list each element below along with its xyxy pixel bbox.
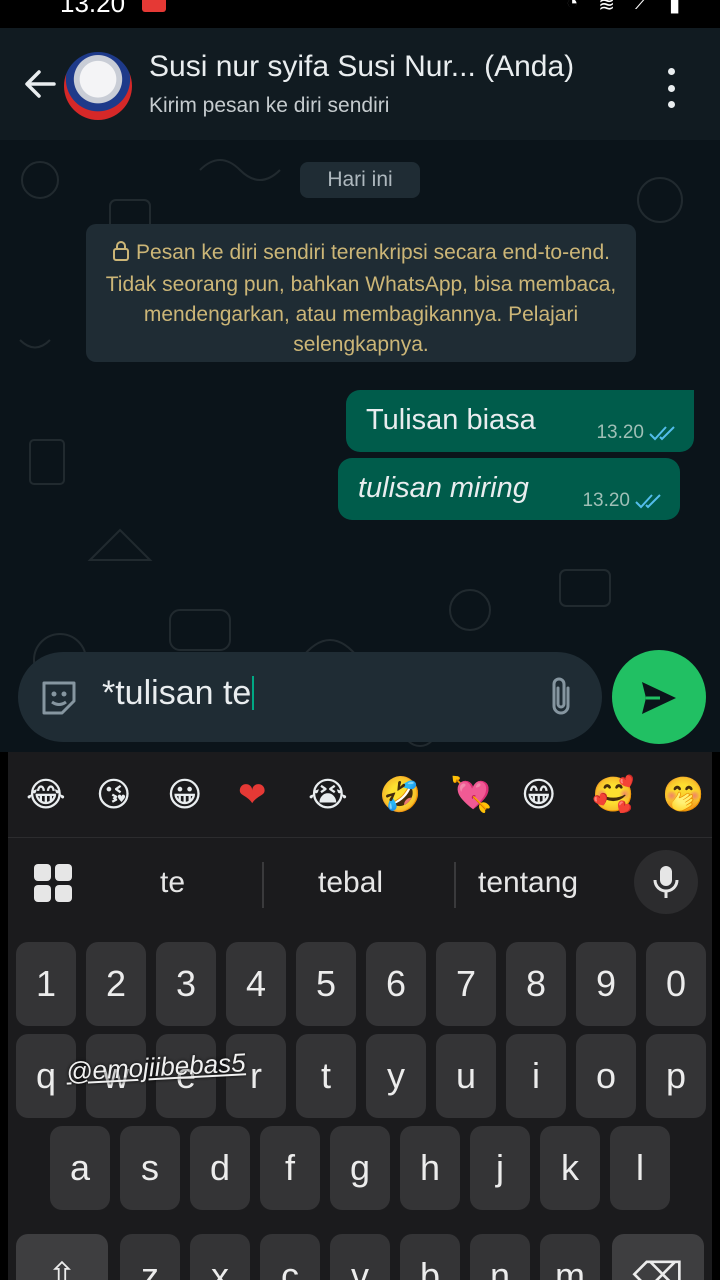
avatar[interactable] — [64, 52, 132, 120]
key-i[interactable]: i — [506, 1034, 566, 1118]
key-k[interactable]: k — [540, 1126, 600, 1210]
emoji-key[interactable]: 🤭 — [662, 770, 704, 820]
back-arrow-icon[interactable] — [22, 66, 58, 102]
key-z[interactable]: z — [120, 1234, 180, 1280]
read-ticks-icon — [649, 426, 675, 441]
sticker-icon[interactable] — [38, 677, 80, 724]
key-s[interactable]: s — [120, 1126, 180, 1210]
message-text: tulisan miring — [358, 472, 529, 504]
notification-icon — [142, 0, 166, 12]
system-icons: ◔ ≋ ⟋ ▮ — [566, 0, 680, 17]
key-t[interactable]: t — [296, 1034, 356, 1118]
message-input[interactable]: *tulisan te — [102, 674, 254, 713]
alarm-icon: ◔ — [566, 0, 579, 14]
emoji-key[interactable]: 😭 — [308, 770, 348, 820]
encryption-notice[interactable]: Pesan ke diri sendiri terenkripsi secara… — [86, 224, 636, 362]
key-u[interactable]: u — [436, 1034, 496, 1118]
suggestion-tebal[interactable]: tebal — [318, 866, 383, 900]
read-ticks-icon — [635, 494, 661, 509]
shift-key[interactable]: ⇧ — [16, 1234, 108, 1280]
key-6[interactable]: 6 — [366, 942, 426, 1026]
contact-subtitle[interactable]: Kirim pesan ke diri sendiri — [149, 94, 389, 118]
suggestion-te[interactable]: te — [160, 866, 185, 900]
status-time: 13.20 — [60, 0, 126, 18]
contact-name[interactable]: Susi nur syifa Susi Nur... (Anda) — [149, 50, 574, 84]
message-bubble[interactable]: Tulisan biasa 13.20 — [346, 390, 694, 452]
key-f[interactable]: f — [260, 1126, 320, 1210]
key-8[interactable]: 8 — [506, 942, 566, 1026]
key-5[interactable]: 5 — [296, 942, 356, 1026]
key-a[interactable]: a — [50, 1126, 110, 1210]
key-o[interactable]: o — [576, 1034, 636, 1118]
message-text: Tulisan biasa — [366, 404, 536, 436]
signal-icon: ⟋ — [634, 0, 649, 14]
key-2[interactable]: 2 — [86, 942, 146, 1026]
message-composer[interactable]: *tulisan te — [18, 652, 602, 742]
lock-icon — [112, 240, 130, 270]
suggestion-divider — [454, 862, 456, 908]
key-n[interactable]: n — [470, 1234, 530, 1280]
key-0[interactable]: 0 — [646, 942, 706, 1026]
emoji-key[interactable]: 😁 — [521, 770, 556, 820]
emoji-key[interactable]: 🥰 — [592, 770, 634, 820]
key-7[interactable]: 7 — [436, 942, 496, 1026]
key-j[interactable]: j — [470, 1126, 530, 1210]
key-g[interactable]: g — [330, 1126, 390, 1210]
key-3[interactable]: 3 — [156, 942, 216, 1026]
send-icon — [642, 682, 676, 714]
key-1[interactable]: 1 — [16, 942, 76, 1026]
date-chip: Hari ini — [300, 162, 420, 198]
emoji-key[interactable]: 💘 — [450, 770, 492, 820]
key-v[interactable]: v — [330, 1234, 390, 1280]
encryption-notice-text: Pesan ke diri sendiri terenkripsi secara… — [105, 241, 617, 356]
chat-header: Susi nur syifa Susi Nur... (Anda) Kirim … — [0, 28, 720, 140]
word-suggestion-row: te tebal tentang — [8, 838, 712, 928]
emoji-key[interactable]: 😀 — [167, 770, 202, 820]
emoji-key[interactable]: ❤ — [238, 770, 267, 820]
backspace-key[interactable]: ⌫ — [612, 1234, 704, 1280]
suggestion-divider — [262, 862, 264, 908]
key-p[interactable]: p — [646, 1034, 706, 1118]
key-c[interactable]: c — [260, 1234, 320, 1280]
key-d[interactable]: d — [190, 1126, 250, 1210]
message-meta: 13.20 — [582, 490, 664, 512]
attach-icon[interactable] — [546, 676, 576, 723]
mic-button[interactable] — [634, 850, 698, 914]
key-9[interactable]: 9 — [576, 942, 636, 1026]
keyboard: 😂 😘 😀 ❤ 😭 🤣 💘 😁 🥰 🤭 te tebal tentang 1 2… — [8, 752, 712, 1280]
key-l[interactable]: l — [610, 1126, 670, 1210]
key-y[interactable]: y — [366, 1034, 426, 1118]
message-time: 13.20 — [582, 490, 630, 511]
emoji-suggestion-row: 😂 😘 😀 ❤ 😭 🤣 💘 😁 🥰 🤭 — [8, 752, 712, 838]
wifi-icon: ≋ — [598, 0, 615, 16]
key-x[interactable]: x — [190, 1234, 250, 1280]
mic-icon — [653, 866, 679, 898]
emoji-key[interactable]: 😂 — [26, 770, 66, 820]
apps-grid-icon[interactable] — [34, 864, 72, 902]
send-button[interactable] — [612, 650, 706, 744]
more-options-icon[interactable] — [662, 68, 680, 108]
suggestion-tentang[interactable]: tentang — [478, 866, 578, 900]
message-time: 13.20 — [596, 422, 644, 443]
status-bar: 13.20 ◔ ≋ ⟋ ▮ — [0, 0, 720, 28]
emoji-key[interactable]: 🤣 — [379, 770, 421, 820]
message-bubble[interactable]: tulisan miring 13.20 — [338, 458, 680, 520]
key-h[interactable]: h — [400, 1126, 460, 1210]
message-meta: 13.20 — [596, 422, 678, 444]
battery-icon: ▮ — [668, 0, 680, 16]
emoji-key[interactable]: 😘 — [96, 770, 131, 820]
key-b[interactable]: b — [400, 1234, 460, 1280]
key-m[interactable]: m — [540, 1234, 600, 1280]
key-4[interactable]: 4 — [226, 942, 286, 1026]
